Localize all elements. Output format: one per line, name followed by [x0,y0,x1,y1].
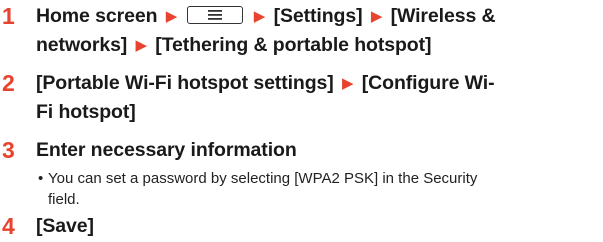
step-2: 2 [Portable Wi-Fi hotspot settings] ▶ [C… [0,69,603,127]
arrow-right-icon: ▶ [342,75,354,92]
arrow-right-icon: ▶ [135,37,148,54]
hotspot-settings-text: [Portable Wi-Fi hotspot settings] [36,72,334,94]
configure-text-part1: [Configure Wi- [361,72,495,94]
bullet-icon: • [38,170,44,187]
tethering-text: [Tethering & portable hotspot] [155,34,432,56]
wireless-text-part1: [Wireless & [390,5,496,27]
step-1-line-2: networks] ▶ [Tethering & portable hotspo… [36,31,603,60]
step-number: 4 [2,213,15,239]
step-2-line-1: [Portable Wi-Fi hotspot settings] ▶ [Con… [36,69,603,98]
step-3-text: Enter necessary information [36,139,297,161]
step-number: 1 [2,3,15,29]
configure-text-part2: Fi hotspot] [36,101,136,123]
note-line-1: You can set a password by selecting [WPA… [48,170,478,187]
arrow-right-icon: ▶ [253,8,266,25]
step-1-line-1: Home screen ▶ ▶ [Settings] ▶ [Wireless & [36,2,603,31]
wireless-text-part2: networks] [36,34,128,56]
note-line-2: field. [48,191,80,208]
save-text: [Save] [36,215,94,237]
step-3: 3 Enter necessary information [0,136,603,165]
arrow-right-icon: ▶ [165,8,178,25]
step-4: 4 [Save] [0,212,603,241]
menu-key-icon [187,6,244,24]
settings-text: [Settings] [273,5,363,27]
step-3-note: • You can set a password by selecting [W… [0,168,603,210]
step-1: 1 Home screen ▶ ▶ [Settings] ▶ [Wireless… [0,2,603,60]
step-number: 3 [2,137,15,163]
procedure-steps: 1 Home screen ▶ ▶ [Settings] ▶ [Wireless… [0,0,603,241]
arrow-right-icon: ▶ [370,8,383,25]
step-2-line-2: Fi hotspot] [36,98,603,127]
home-screen-text: Home screen [36,5,158,27]
step-number: 2 [2,70,15,96]
